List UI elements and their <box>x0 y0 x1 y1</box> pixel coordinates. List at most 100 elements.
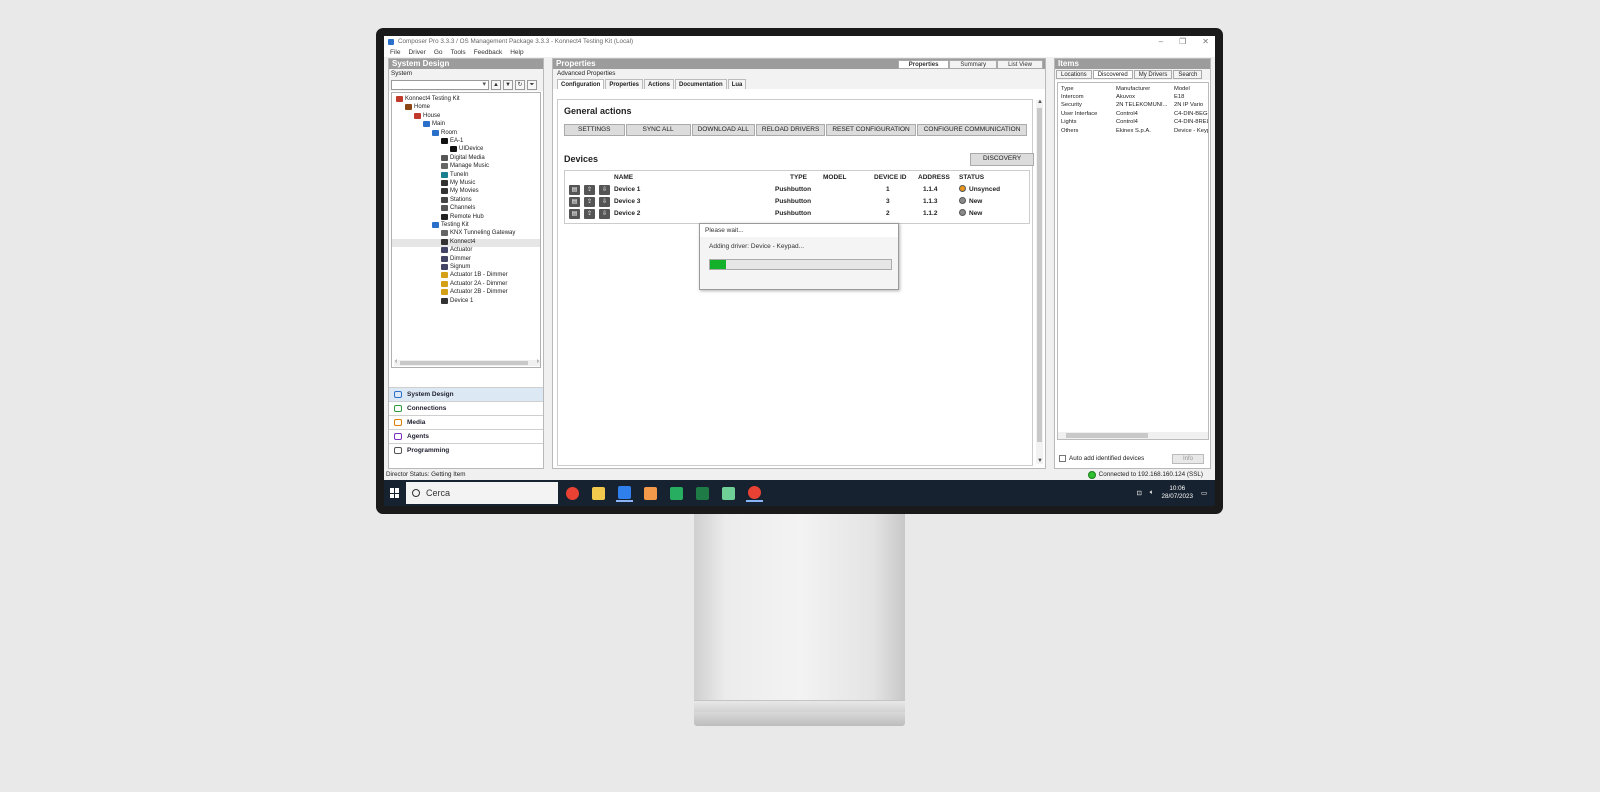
move-up-icon[interactable]: ▲ <box>491 79 501 90</box>
system-filter-combo[interactable] <box>391 79 489 90</box>
tree-item[interactable]: Digital Media <box>441 154 485 162</box>
configure-communication-button[interactable]: CONFIGURE COMMUNICATION <box>916 124 1028 136</box>
refresh-icon[interactable]: ↻ <box>515 79 525 90</box>
download-icon[interactable]: ⇩ <box>599 185 610 195</box>
list-item[interactable]: Others Ekinex S.p.A. Device - Keyp... <box>1061 127 1208 135</box>
properties-vertical-scrollbar[interactable]: ▲ ▼ <box>1036 99 1043 464</box>
tree-item[interactable]: My Music <box>441 179 475 187</box>
tree-item[interactable]: Main <box>423 120 445 128</box>
download-icon[interactable]: ⇩ <box>599 209 610 219</box>
menu-feedback[interactable]: Feedback <box>474 49 503 56</box>
table-row[interactable]: ▤ ⇪ ⇩ Device 3 Pushbutton 3 1.1.3 New <box>565 196 1029 208</box>
tree-item[interactable]: Home <box>405 103 430 111</box>
sync-icon[interactable]: ⇪ <box>584 209 595 219</box>
sync-icon[interactable]: ⇪ <box>584 197 595 207</box>
discovery-button[interactable]: DISCOVERY <box>970 153 1035 166</box>
tab-discovered[interactable]: Discovered <box>1092 70 1133 79</box>
network-icon[interactable]: ⊡ <box>1136 490 1141 497</box>
nav-system-design[interactable]: System Design <box>389 387 543 401</box>
tab-configuration[interactable]: Configuration <box>557 79 605 89</box>
tab-properties[interactable]: Properties <box>897 60 950 69</box>
taskbar-app-composer[interactable] <box>616 484 633 502</box>
list-item[interactable]: User Interface Control4 C4-DIN-BEG-... <box>1061 110 1208 118</box>
tab-my-drivers[interactable]: My Drivers <box>1133 70 1173 79</box>
tree-item[interactable]: Manage Music <box>441 162 489 170</box>
tab-list-view[interactable]: List View <box>997 60 1043 69</box>
sync-icon[interactable]: ⇪ <box>584 185 595 195</box>
clock[interactable]: 10:06 28/07/2023 <box>1162 485 1194 501</box>
tree-item[interactable]: KNX Tunneling Gateway <box>441 229 515 237</box>
tree-item[interactable]: Channels <box>441 204 475 212</box>
taskbar-search[interactable]: Cerca <box>406 482 558 504</box>
discovered-items-list[interactable]: Type Manufacturer Model Intercom Akuvox E1… <box>1057 82 1209 440</box>
settings-button[interactable]: SETTINGS <box>564 124 625 136</box>
sync-all-button[interactable]: SYNC ALL <box>625 124 691 136</box>
tree-item[interactable]: Remote Hub <box>441 213 484 221</box>
items-horizontal-scrollbar[interactable] <box>1058 432 1208 439</box>
tab-properties-sub[interactable]: Properties <box>605 79 644 89</box>
list-item[interactable]: Intercom Akuvox E18 <box>1061 93 1208 101</box>
taskbar-app-app-green-1[interactable] <box>668 484 685 502</box>
tree-item[interactable]: Konnect4 <box>441 238 475 246</box>
notifications-icon[interactable]: ▭ <box>1201 490 1207 497</box>
windows-start-icon[interactable] <box>390 488 400 498</box>
taskbar-app-notes[interactable] <box>720 484 737 502</box>
auto-add-checkbox[interactable] <box>1059 455 1066 462</box>
menu-go[interactable]: Go <box>434 49 443 56</box>
taskbar-app-chrome[interactable] <box>564 484 581 502</box>
scroll-right-icon[interactable]: › <box>537 358 539 365</box>
tab-lua[interactable]: Lua <box>727 79 747 89</box>
filter-icon[interactable]: ⏷ <box>527 79 537 90</box>
menu-driver[interactable]: Driver <box>408 49 425 56</box>
tree-item[interactable]: UIDevice <box>450 145 483 153</box>
tree-item[interactable]: Testing Kit <box>432 221 469 229</box>
tree-item[interactable]: Stations <box>441 196 472 204</box>
menu-help[interactable]: Help <box>510 49 523 56</box>
nav-agents[interactable]: Agents <box>389 429 543 443</box>
nav-connections[interactable]: Connections <box>389 401 543 415</box>
taskbar-app-chrome-2[interactable] <box>746 484 763 502</box>
tree-item[interactable]: Actuator 2B - Dimmer <box>441 288 508 296</box>
tree-item[interactable]: Actuator 2A - Dimmer <box>441 280 507 288</box>
tab-search[interactable]: Search <box>1173 70 1203 79</box>
nav-programming[interactable]: Programming <box>389 443 543 457</box>
reload-drivers-button[interactable]: RELOAD DRIVERS <box>755 124 826 136</box>
tree-item[interactable]: Device 1 <box>441 297 473 305</box>
tab-locations[interactable]: Locations <box>1056 70 1092 79</box>
tab-documentation[interactable]: Documentation <box>675 79 727 89</box>
menu-file[interactable]: File <box>390 49 400 56</box>
info-button[interactable]: Info <box>1172 454 1204 464</box>
tree-item[interactable]: My Movies <box>441 187 479 195</box>
tab-actions[interactable]: Actions <box>644 79 675 89</box>
scroll-down-icon[interactable]: ▼ <box>1037 458 1043 464</box>
taskbar-app-file-explorer[interactable] <box>590 484 607 502</box>
edit-icon[interactable]: ▤ <box>569 209 580 219</box>
table-row[interactable]: ▤ ⇪ ⇩ Device 1 Pushbutton 1 1.1.4 Unsynced <box>565 184 1029 196</box>
scroll-left-icon[interactable]: ‹ <box>395 358 397 365</box>
maximize-button[interactable]: ❐ <box>1179 36 1186 47</box>
list-item[interactable]: Lights Control4 C4-DIN-8REL... <box>1061 118 1208 126</box>
volume-icon[interactable]: 🔈︎ <box>1150 489 1154 497</box>
tree-item[interactable]: Actuator <box>441 246 472 254</box>
scroll-up-icon[interactable]: ▲ <box>1037 99 1043 105</box>
edit-icon[interactable]: ▤ <box>569 185 580 195</box>
system-tree[interactable]: ‹ › Konnect4 Testing Kit Home House Main Roo… <box>391 92 541 368</box>
list-item[interactable]: Security 2N TELEKOMUNI... 2N IP Vario <box>1061 101 1208 109</box>
close-button[interactable]: ✕ <box>1202 36 1209 47</box>
menu-tools[interactable]: Tools <box>451 49 466 56</box>
tree-item[interactable]: House <box>414 112 440 120</box>
tree-item[interactable]: TuneIn <box>441 171 468 179</box>
move-down-icon[interactable]: ▼ <box>503 79 513 90</box>
table-row[interactable]: ▤ ⇪ ⇩ Device 2 Pushbutton 2 1.1.2 New <box>565 208 1029 220</box>
tree-item[interactable]: Dimmer <box>441 255 471 263</box>
tree-item[interactable]: Actuator 1B - Dimmer <box>441 271 508 279</box>
edit-icon[interactable]: ▤ <box>569 197 580 207</box>
minimize-button[interactable]: – <box>1159 36 1163 47</box>
tree-item[interactable]: Room <box>432 129 457 137</box>
tree-horizontal-scrollbar[interactable]: ‹ › <box>394 358 540 366</box>
tree-item[interactable]: EA-1 <box>441 137 463 145</box>
tree-item[interactable]: Konnect4 Testing Kit <box>396 95 460 103</box>
download-all-button[interactable]: DOWNLOAD ALL <box>691 124 755 136</box>
download-icon[interactable]: ⇩ <box>599 197 610 207</box>
nav-media[interactable]: Media <box>389 415 543 429</box>
